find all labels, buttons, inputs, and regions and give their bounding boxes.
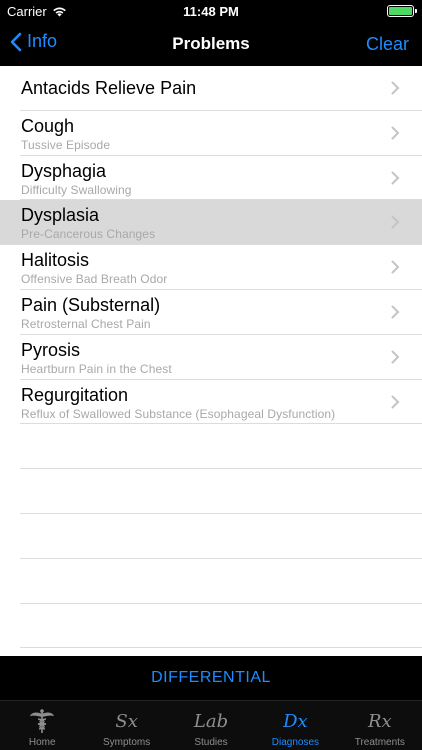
- tab-studies[interactable]: Lab Studies: [169, 701, 253, 750]
- list-item[interactable]: Dysphagia Difficulty Swallowing: [20, 156, 422, 201]
- page-title: Problems: [172, 34, 250, 53]
- chevron-right-icon: [391, 260, 400, 274]
- list-item-subtitle: Difficulty Swallowing: [21, 182, 132, 197]
- list-item[interactable]: Halitosis Offensive Bad Breath Odor: [20, 245, 422, 290]
- list-item-subtitle: Tussive Episode: [21, 137, 111, 152]
- empty-row: [20, 514, 422, 559]
- clear-button[interactable]: Clear: [366, 34, 409, 55]
- navigation-bar: Info Problems Clear: [0, 22, 422, 66]
- empty-row: [20, 469, 422, 514]
- list-item-title: Dysphagia: [21, 160, 107, 181]
- tab-bar: Home Sx Symptoms Lab Studies Dx Diagnose…: [0, 700, 422, 750]
- list-item-title: Antacids Relieve Pain: [21, 78, 197, 98]
- rx-icon: Rx: [367, 710, 392, 732]
- empty-row: [20, 559, 422, 604]
- list-item-title: Halitosis: [21, 250, 90, 271]
- tab-label: Studies: [194, 737, 228, 748]
- list-item[interactable]: Pain (Substernal) Retrosternal Chest Pai…: [20, 290, 422, 335]
- list-item[interactable]: Antacids Relieve Pain: [20, 66, 422, 111]
- list-item[interactable]: Regurgitation Reflux of Swallowed Substa…: [20, 380, 422, 425]
- tab-diagnoses[interactable]: Dx Diagnoses: [253, 701, 337, 750]
- empty-row: [20, 604, 422, 649]
- list-item-title: Dysplasia: [21, 205, 100, 226]
- chevron-right-icon: [391, 126, 400, 140]
- tab-label: Diagnoses: [271, 737, 320, 748]
- list-item-title: Regurgitation: [21, 384, 129, 405]
- chevron-right-icon: [391, 81, 400, 95]
- chevron-right-icon: [391, 171, 400, 185]
- tab-home[interactable]: Home: [0, 701, 84, 750]
- tab-symptoms[interactable]: Sx Symptoms: [84, 701, 168, 750]
- list-item-subtitle: Retrosternal Chest Pain: [21, 316, 151, 331]
- list-item-title: Pain (Substernal): [21, 294, 161, 315]
- tab-label: Home: [28, 737, 56, 748]
- tab-label: Symptoms: [102, 737, 151, 748]
- sx-icon: Sx: [115, 710, 138, 732]
- list-item-title: Pyrosis: [21, 339, 81, 360]
- dx-icon: Dx: [283, 710, 308, 732]
- status-bar: Carrier 11:48 PM: [0, 0, 422, 22]
- list-item-title: Cough: [21, 115, 75, 136]
- battery-icon: [387, 5, 417, 17]
- problems-list: Antacids Relieve Pain Cough Tussive Epis…: [0, 66, 422, 656]
- status-time: 11:48 PM: [183, 4, 239, 19]
- tab-label: Treatments: [354, 737, 405, 748]
- lab-icon: Lab: [193, 710, 229, 732]
- list-item-selected[interactable]: Dysplasia Pre-Cancerous Changes: [0, 200, 422, 246]
- chevron-right-icon: [391, 350, 400, 364]
- differential-bar: DIFFERENTIAL: [0, 656, 422, 700]
- differential-button[interactable]: DIFFERENTIAL: [151, 669, 271, 687]
- empty-row: [20, 424, 422, 470]
- tab-treatments[interactable]: Rx Treatments: [338, 701, 422, 750]
- list-item[interactable]: Pyrosis Heartburn Pain in the Chest: [20, 335, 422, 380]
- chevron-right-icon: [391, 215, 400, 229]
- list-item[interactable]: Cough Tussive Episode: [20, 111, 422, 156]
- list-item-subtitle: Reflux of Swallowed Substance (Esophagea…: [21, 406, 336, 421]
- list-item-subtitle: Heartburn Pain in the Chest: [21, 361, 172, 376]
- chevron-right-icon: [391, 395, 400, 409]
- list-item-subtitle: Offensive Bad Breath Odor: [21, 272, 168, 287]
- caduceus-icon: [28, 708, 56, 734]
- list-item-subtitle: Pre-Cancerous Changes: [21, 227, 156, 242]
- chevron-right-icon: [391, 305, 400, 319]
